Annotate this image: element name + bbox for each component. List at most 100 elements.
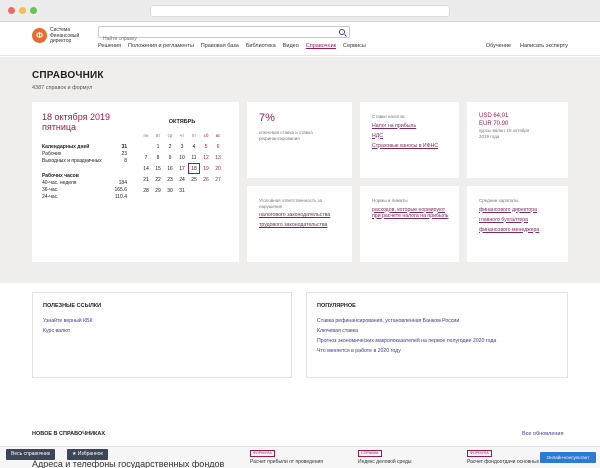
- calendar-day[interactable]: 10: [176, 152, 188, 163]
- hours-title-row: Рабочих часов: [42, 173, 127, 180]
- calendar-day[interactable]: 5: [200, 141, 212, 152]
- nav-item-library[interactable]: Библиотека: [246, 43, 276, 49]
- norms-card: Нормы и лимиты расходов, которые нормиру…: [360, 186, 459, 262]
- calendar-day[interactable]: 6: [212, 141, 224, 152]
- hours-label: 36-час.: [42, 187, 59, 193]
- calendar-day[interactable]: 28: [140, 185, 152, 196]
- usd-rate: USD 64,01: [479, 113, 509, 119]
- hours-row: 40-час. неделя 184: [42, 180, 127, 187]
- calendar-day[interactable]: 4: [188, 141, 200, 152]
- weekday-header: ср: [167, 133, 173, 138]
- calendar-day[interactable]: 14: [140, 163, 152, 174]
- calendar-day[interactable]: 9: [164, 152, 176, 163]
- stat-label: Календарных дней: [42, 144, 90, 150]
- popular-link[interactable]: Что меняется в работе в 2020 году: [317, 346, 496, 356]
- window-minimize-icon[interactable]: [19, 7, 26, 14]
- hours-value: 184: [118, 180, 127, 186]
- tax-rates-caption: Ставки налогов: [372, 114, 405, 119]
- main-nav: Решения Положения и регламенты Правовая …: [98, 43, 366, 49]
- weekday-header: пн: [143, 133, 149, 138]
- salary-link-manager[interactable]: финансового менеджера: [479, 227, 561, 233]
- nav-item-video[interactable]: Видео: [283, 43, 299, 49]
- calendar-day[interactable]: 31: [176, 185, 188, 196]
- logo-icon[interactable]: Ф: [32, 28, 47, 43]
- salary-link-accountant[interactable]: главного бухгалтера: [479, 217, 561, 223]
- nav-item-solutions[interactable]: Решения: [98, 43, 121, 49]
- popular-link[interactable]: Ключевая ставка: [317, 326, 496, 336]
- popular-link[interactable]: Прогноз экономических макропоказателей н…: [317, 336, 496, 346]
- favorites-label: Избранное: [77, 451, 104, 457]
- nav-item-legal-base[interactable]: Правовая база: [201, 43, 239, 49]
- calendar-day[interactable]: 1: [152, 141, 164, 152]
- reference-main: СПРАВОЧНИК 4387 справок и формул 18 октя…: [0, 57, 600, 283]
- useful-link-kbk[interactable]: Узнайте верный КБК: [43, 316, 93, 326]
- site-header: Ф Система Финансовый директор Решения По…: [0, 22, 600, 56]
- hours-label: 40-час. неделя: [42, 180, 77, 186]
- calendar-day[interactable]: 11: [188, 152, 200, 163]
- calendar-day[interactable]: 19: [200, 163, 212, 174]
- norms-link[interactable]: расходов, которые нормируют при расчете …: [372, 207, 454, 219]
- key-rate-value: 7%: [259, 112, 275, 124]
- nav-item-reference[interactable]: Справочник: [306, 43, 336, 49]
- nav-item-training[interactable]: Обучение: [486, 43, 511, 49]
- tax-link-profit[interactable]: Налог на прибыль: [372, 123, 454, 129]
- calendar-day[interactable]: 16: [164, 163, 176, 174]
- calendar-day[interactable]: 13: [212, 152, 224, 163]
- calendar-month: ОКТЯБРЬ: [168, 119, 196, 125]
- calendar-day[interactable]: 25: [188, 174, 200, 185]
- new-item-link[interactable]: Расчет фондоотдачи основных: [467, 459, 539, 465]
- window-close-icon[interactable]: [8, 7, 15, 14]
- calendar-day[interactable]: 18: [188, 163, 200, 174]
- nav-item-services[interactable]: Сервисы: [343, 43, 366, 49]
- calendar-day[interactable]: 23: [164, 174, 176, 185]
- hours-value: 110.4: [114, 194, 127, 200]
- address-bar[interactable]: [150, 5, 450, 17]
- calendar-day[interactable]: 29: [152, 185, 164, 196]
- window-maximize-icon[interactable]: [30, 7, 37, 14]
- browser-chrome: [0, 0, 600, 22]
- tag-badge: ФОРМУЛА: [250, 450, 275, 457]
- popular-panel: ПОПУЛЯРНОЕ Ставка рефинансирования, уста…: [306, 292, 568, 378]
- useful-link-currency[interactable]: Курс валют: [43, 326, 93, 336]
- popular-link[interactable]: Ставка рефинансирования, установленная Б…: [317, 316, 496, 326]
- calendar-day[interactable]: 7: [140, 152, 152, 163]
- all-refs-button[interactable]: Весь справочник: [6, 449, 55, 460]
- calendar-day[interactable]: 8: [152, 152, 164, 163]
- calendar-day[interactable]: 15: [152, 163, 164, 174]
- search-icon[interactable]: [339, 29, 345, 35]
- stat-value: 31: [121, 144, 127, 150]
- calendar-day[interactable]: 26: [200, 174, 212, 185]
- logo-text[interactable]: Система Финансовый директор: [50, 27, 90, 45]
- new-item-link[interactable]: Расчет прибыли от проведения: [250, 459, 323, 465]
- calendar-day[interactable]: 24: [176, 174, 188, 185]
- useful-links-title: ПОЛЕЗНЫЕ ССЫЛКИ: [43, 303, 102, 309]
- new-item-title[interactable]: Адреса и телефоны государственных фондов: [32, 459, 224, 468]
- calendar-day[interactable]: 27: [212, 174, 224, 185]
- tax-link-vat[interactable]: НДС: [372, 133, 454, 139]
- nav-item-ask-expert[interactable]: Написать эксперту: [520, 43, 568, 49]
- all-updates-link[interactable]: Все обновления: [522, 431, 563, 437]
- calendar-day[interactable]: 17: [176, 163, 188, 174]
- favorites-button[interactable]: ★ Избранное: [67, 449, 109, 460]
- consultant-button[interactable]: Онлайн-консультант: [540, 452, 596, 463]
- calendar-day[interactable]: 3: [176, 141, 188, 152]
- tax-link-insurance[interactable]: Страховые взносы в ИФНС: [372, 143, 454, 149]
- calendar-day[interactable]: 12: [200, 152, 212, 163]
- calendar-empty: [140, 141, 152, 152]
- weekday-header: пт: [191, 133, 197, 138]
- liability-link-tax[interactable]: налогового законодательства: [259, 212, 341, 218]
- calendar-day[interactable]: 21: [140, 174, 152, 185]
- nav-item-regulations[interactable]: Положения и регламенты: [128, 43, 194, 49]
- salary-link-cfo[interactable]: финансового директора: [479, 207, 561, 213]
- currency-card[interactable]: USD 64,01 EUR 70,90 курсы валют 18 октяб…: [467, 102, 568, 178]
- calendar-day[interactable]: 30: [164, 185, 176, 196]
- stat-label: Выходных и праздничных: [42, 158, 102, 164]
- calendar-day[interactable]: 20: [212, 163, 224, 174]
- liability-link-labor[interactable]: трудового законодательства: [259, 222, 341, 228]
- current-date: 18 октября 2019 пятница: [42, 112, 110, 132]
- calendar-card: 18 октября 2019 пятница Календарных дней…: [32, 102, 239, 262]
- new-item-link[interactable]: Индекс деловой среды: [358, 459, 412, 465]
- calendar-day[interactable]: 22: [152, 174, 164, 185]
- key-rate-card[interactable]: 7% ключевая ставка и ставка рефинансиров…: [247, 102, 352, 178]
- calendar-day[interactable]: 2: [164, 141, 176, 152]
